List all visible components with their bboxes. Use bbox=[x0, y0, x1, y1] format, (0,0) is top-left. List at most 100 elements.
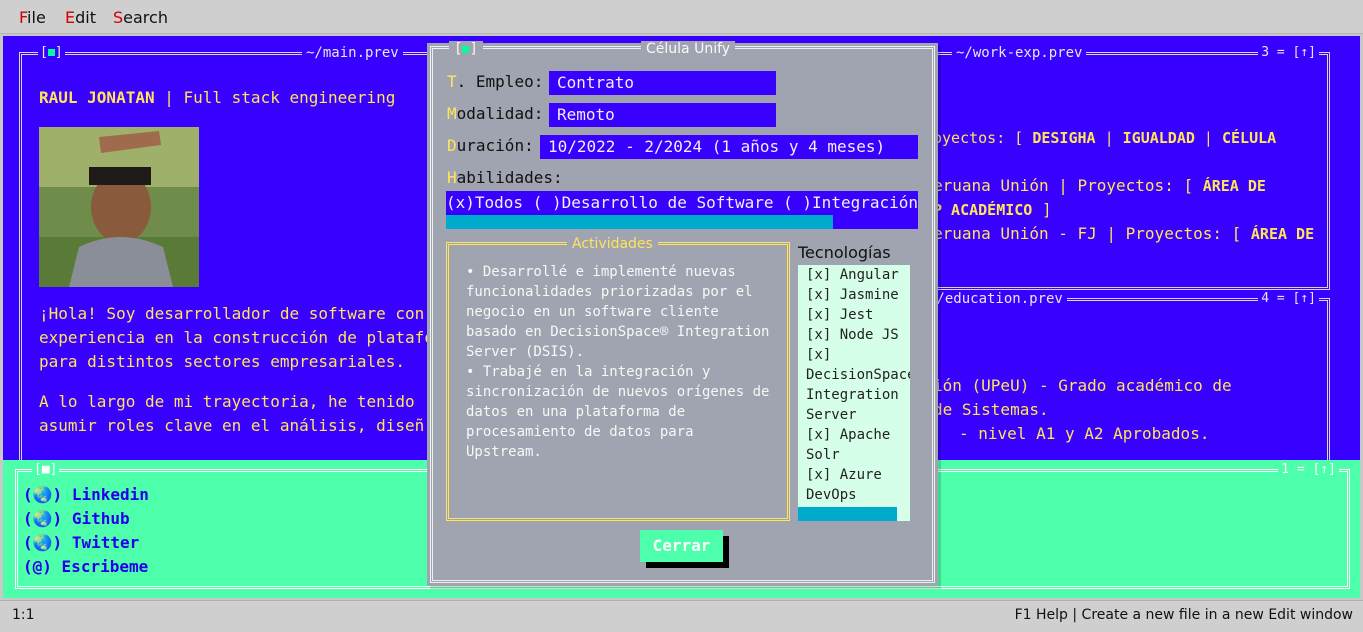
dialog-title: Célula Unify bbox=[641, 41, 736, 57]
tech-item[interactable]: DecisionSpace bbox=[806, 365, 910, 385]
links-window-dot[interactable]: [■] bbox=[32, 462, 60, 477]
profile-bio-5: asumir roles clave en el análisis, diseñ bbox=[39, 416, 425, 435]
actividad-line: • Trabajé en la integración y bbox=[466, 364, 711, 380]
globe-icon: (🌏) bbox=[23, 509, 63, 528]
empleo-label-text: . Empleo: bbox=[456, 72, 544, 91]
work-line-1: oyectos: [ DESIGHA | IGUALDAD | CÉLULA bbox=[933, 126, 1276, 150]
empleo-hotkey: T bbox=[447, 72, 457, 91]
work-line-1-text: oyectos: [ bbox=[933, 129, 1033, 147]
at-icon: (@) bbox=[23, 557, 52, 576]
habilidades-label: Habilidades: bbox=[447, 168, 563, 187]
menu-file-label: ile bbox=[27, 8, 46, 27]
profile-bio-4: A lo largo de mi trayectoria, he tenido bbox=[39, 392, 415, 411]
modalidad-label: Modalidad: bbox=[447, 104, 543, 123]
tech-item[interactable]: Solr bbox=[806, 445, 910, 465]
work-line-4-text: eruana Unión - FJ | Proyectos: [ bbox=[933, 224, 1251, 243]
tecnologias-scrollbar[interactable] bbox=[798, 507, 910, 521]
status-help: F1 Help | Create a new file in a new Edi… bbox=[1014, 607, 1353, 623]
dialog-close-dot[interactable]: [] bbox=[449, 41, 483, 57]
habilidades-label-text: abilidades: bbox=[456, 168, 563, 187]
actividad-line: Upstream. bbox=[466, 444, 542, 460]
link-linkedin[interactable]: (🌏) Linkedin bbox=[23, 485, 149, 504]
link-linkedin-label: Linkedin bbox=[71, 485, 149, 504]
menu-edit-label: dit bbox=[75, 8, 96, 27]
duracion-label: Duración: bbox=[447, 136, 534, 155]
project-desigha[interactable]: DESIGHA bbox=[1032, 129, 1095, 147]
habilidades-scroll-thumb[interactable] bbox=[446, 215, 834, 229]
habilidades-hotkey: H bbox=[447, 168, 457, 187]
work-line-2: eruana Unión | Proyectos: [ ÁREA DE bbox=[933, 174, 1266, 198]
modalidad-hotkey: M bbox=[447, 104, 457, 123]
tech-item[interactable]: [x] Jest bbox=[806, 305, 910, 325]
work-line-2-text: eruana Unión | Proyectos: [ bbox=[933, 176, 1203, 195]
work-line-3-end: ] bbox=[1032, 200, 1052, 219]
project-celula[interactable]: CÉLULA bbox=[1222, 129, 1276, 147]
project-igualdad[interactable]: IGUALDAD bbox=[1123, 129, 1195, 147]
duracion-label-text: uración: bbox=[456, 136, 534, 155]
link-github-label: Github bbox=[71, 509, 130, 528]
menu-edit[interactable]: Edit bbox=[65, 8, 96, 27]
work-window-frame: ~/work-exp.prev 3 = [↑] bbox=[917, 45, 1330, 290]
habilidades-scrollbar[interactable] bbox=[446, 215, 918, 229]
close-button[interactable]: Cerrar bbox=[640, 530, 723, 562]
project-area-2[interactable]: ÁREA DE bbox=[1251, 225, 1314, 243]
actividad-line: basado en DecisionSpace® Integration bbox=[466, 324, 770, 340]
status-bar: 1:1 F1 Help | Create a new file in a new… bbox=[0, 600, 1363, 632]
link-email-label: Escribeme bbox=[61, 557, 149, 576]
profile-bio-2: experiencia en la construcción de plataf… bbox=[39, 328, 434, 347]
tech-item[interactable]: [x] Node JS bbox=[806, 325, 910, 345]
duracion-hotkey: D bbox=[447, 136, 457, 155]
link-twitter-label: Twitter bbox=[71, 533, 140, 552]
work-line-3: P ACADÉMICO ] bbox=[933, 198, 1052, 222]
actividad-line: • Desarrollé e implementé nuevas bbox=[466, 264, 736, 280]
tech-item[interactable]: Integration bbox=[806, 385, 910, 405]
actividad-line: negocio en un software cliente bbox=[466, 304, 719, 320]
tech-item[interactable]: [x] bbox=[806, 345, 910, 365]
work-window-controls[interactable]: 3 = [↑] bbox=[1258, 45, 1319, 60]
menu-search[interactable]: Search bbox=[113, 8, 168, 27]
link-twitter[interactable]: (🌏) Twitter bbox=[23, 533, 139, 552]
actividad-line: funcionalidades priorizadas por el bbox=[466, 284, 753, 300]
sep: | bbox=[1095, 129, 1123, 147]
actividad-line: sincronización de nuevos orígenes de bbox=[466, 384, 770, 400]
link-email[interactable]: (@) Escribeme bbox=[23, 557, 148, 576]
work-line-4: eruana Unión - FJ | Proyectos: [ ÁREA DE bbox=[933, 222, 1314, 246]
tecnologias-scroll-thumb[interactable] bbox=[798, 507, 897, 521]
work-window-title: ~/work-exp.prev bbox=[952, 45, 1087, 61]
cursor-position: 1:1 bbox=[12, 607, 35, 623]
education-window-controls[interactable]: 4 = [↑] bbox=[1258, 291, 1319, 306]
education-window-title: ~/education.prev bbox=[924, 291, 1067, 307]
profile-bio-3: para distintos sectores empresariales. bbox=[39, 352, 406, 371]
menu-file[interactable]: File bbox=[19, 8, 46, 27]
tech-item[interactable]: [x] Jasmine bbox=[806, 285, 910, 305]
tech-item[interactable]: [x] Angular bbox=[806, 265, 910, 285]
tecnologias-list[interactable]: [x] Angular [x] Jasmine [x] Jest [x] Nod… bbox=[798, 265, 910, 521]
habilidades-radio-group[interactable]: (x)Todos ( )Desarrollo de Software ( )In… bbox=[446, 191, 918, 215]
main-window-dot[interactable]: [] bbox=[38, 45, 65, 60]
tecnologias-title: Tecnologías bbox=[798, 243, 891, 262]
project-academico[interactable]: P ACADÉMICO bbox=[933, 201, 1032, 219]
duracion-field[interactable]: 10/2022 - 2/2024 (1 años y 4 meses) bbox=[540, 135, 918, 159]
menu-bar: File Edit Search bbox=[0, 0, 1363, 34]
tech-item[interactable]: [x] Apache bbox=[806, 425, 910, 445]
sep: | bbox=[1194, 129, 1222, 147]
profile-photo bbox=[39, 127, 199, 287]
profile-bio-1: ¡Hola! Soy desarrollador de software con bbox=[39, 304, 425, 323]
modalidad-label-text: odalidad: bbox=[456, 104, 544, 123]
tech-item[interactable]: Server bbox=[806, 405, 910, 425]
empleo-field[interactable]: Contrato bbox=[549, 71, 776, 95]
globe-icon: (🌏) bbox=[23, 533, 63, 552]
project-area-1[interactable]: ÁREA DE bbox=[1203, 177, 1266, 195]
detail-dialog: [] Célula Unify T. Empleo: Contrato Moda… bbox=[427, 41, 938, 586]
profile-name: RAUL JONATAN bbox=[39, 88, 155, 107]
globe-icon: (🌏) bbox=[23, 485, 63, 504]
education-line-2: de Sistemas. bbox=[933, 400, 1049, 419]
links-window-controls[interactable]: 1 = [↑] bbox=[1278, 462, 1339, 477]
profile-header: RAUL JONATAN | Full stack engineering bbox=[39, 86, 395, 110]
link-github[interactable]: (🌏) Github bbox=[23, 509, 130, 528]
modalidad-field[interactable]: Remoto bbox=[549, 103, 776, 127]
actividad-line: procesamiento de datos para bbox=[466, 424, 694, 440]
main-window-title: ~/main.prev bbox=[302, 45, 403, 61]
tech-item[interactable]: DevOps bbox=[806, 485, 910, 505]
tech-item[interactable]: [x] Azure bbox=[806, 465, 910, 485]
